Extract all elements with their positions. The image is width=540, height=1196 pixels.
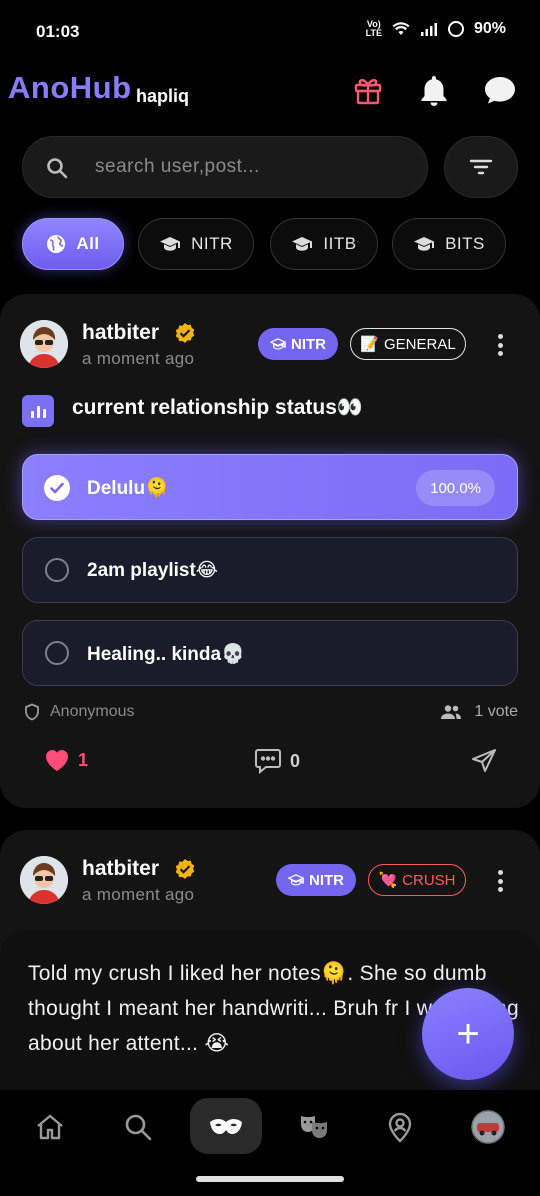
signal-icon (420, 23, 437, 36)
poll-question: current relationship status👀 (72, 396, 364, 419)
graduation-cap-icon (270, 338, 286, 350)
filter-icon (469, 159, 493, 175)
author-type: Anonymous (24, 703, 135, 721)
radio-icon (45, 558, 69, 582)
vote-count: 1 vote (440, 703, 518, 721)
gift-button[interactable] (348, 70, 388, 110)
nav-profile[interactable] (458, 1100, 518, 1154)
radio-icon (45, 641, 69, 665)
nav-anonymous[interactable] (190, 1098, 262, 1154)
chip-label: IITB (323, 234, 357, 253)
avatar[interactable] (20, 856, 68, 904)
post-time: a moment ago (82, 885, 195, 904)
share-button[interactable] (470, 747, 498, 775)
like-count: 1 (78, 749, 89, 770)
comment-button[interactable]: 0 (254, 748, 300, 774)
graduation-cap-icon (160, 237, 181, 251)
memo-icon: 📝 (360, 336, 379, 353)
nav-location[interactable] (370, 1100, 430, 1154)
battery-level: 90% (473, 20, 506, 37)
chip-label: All (76, 234, 100, 253)
chip-label: BITS (445, 234, 485, 253)
poll-option-3[interactable]: Healing.. kinda💀 (22, 620, 518, 686)
user-avatar-image (20, 320, 68, 368)
plus-icon: + (456, 1012, 480, 1056)
verified-badge-icon (175, 323, 195, 343)
poll-chart-icon (22, 395, 54, 427)
user-avatar-image (20, 856, 68, 904)
nav-search[interactable] (108, 1100, 168, 1154)
poll-option-2[interactable]: 2am playlist😂 (22, 537, 518, 603)
battery-icon (447, 21, 464, 37)
category-tag-general[interactable]: 📝 GENERAL (350, 328, 466, 360)
chat-bubble-icon (485, 77, 515, 104)
username[interactable]: hatbiter (82, 321, 159, 345)
poll-percentage: 100.0% (416, 470, 495, 506)
search-bar[interactable] (22, 136, 428, 198)
college-tag[interactable]: NITR (258, 328, 338, 360)
chip-iitb[interactable]: IITB (270, 218, 378, 270)
graduation-cap-icon (288, 874, 304, 886)
poll-option-label: Healing.. kinda💀 (87, 644, 245, 665)
comment-count: 0 (290, 750, 301, 771)
like-button[interactable]: 1 (44, 748, 88, 772)
search-input[interactable] (95, 137, 415, 197)
chip-nitr[interactable]: NITR (138, 218, 254, 270)
chip-label: NITR (191, 234, 233, 253)
avatar[interactable] (20, 320, 68, 368)
bell-icon (421, 76, 447, 106)
verified-badge-icon (175, 859, 195, 879)
gift-icon (354, 79, 382, 105)
search-icon (47, 158, 68, 179)
poll-option-label: 2am playlist😂 (87, 560, 218, 581)
heart-icon (46, 750, 68, 771)
post-menu-button[interactable] (490, 866, 510, 896)
mask-icon (210, 1119, 242, 1134)
status-bar: 01:03 Vo) LTE 90% (0, 0, 540, 62)
search-icon (125, 1114, 152, 1141)
location-pin-icon (388, 1112, 412, 1143)
chip-all[interactable]: All (22, 218, 124, 270)
create-post-button[interactable]: + (422, 988, 514, 1080)
profile-avatar (471, 1110, 505, 1144)
chip-bits[interactable]: BITS (392, 218, 506, 270)
people-icon (441, 705, 462, 719)
volte-icon: Vo) LTE (365, 19, 382, 38)
username[interactable]: hatbiter (82, 857, 159, 881)
category-tag-crush[interactable]: 💘 CRUSH (368, 864, 466, 896)
globe-icon (47, 235, 66, 253)
nav-confessions[interactable] (284, 1100, 344, 1154)
poll-option-1[interactable]: Delulu🫠 100.0% (22, 454, 518, 520)
home-icon (37, 1114, 63, 1140)
comment-icon (255, 749, 281, 774)
messages-button[interactable] (480, 70, 520, 110)
filter-button[interactable] (444, 136, 518, 198)
status-time: 01:03 (36, 22, 80, 41)
nav-home[interactable] (20, 1100, 80, 1154)
wifi-icon (392, 22, 410, 35)
graduation-cap-icon (414, 237, 435, 251)
shield-icon (25, 703, 39, 721)
home-indicator (196, 1176, 344, 1182)
check-circle-icon (44, 475, 70, 501)
post-time: a moment ago (82, 349, 195, 368)
college-tag[interactable]: NITR (276, 864, 356, 896)
theater-masks-icon (301, 1116, 327, 1138)
post-menu-button[interactable] (490, 330, 510, 360)
status-icons: Vo) LTE 90% (366, 20, 506, 38)
poll-option-label: Delulu🫠 (87, 478, 169, 499)
app-logo: AnoHub (8, 70, 132, 105)
send-icon (472, 749, 496, 772)
notifications-button[interactable] (414, 70, 454, 110)
graduation-cap-icon (292, 237, 313, 251)
heart-arrow-icon: 💘 (378, 872, 398, 889)
app-sub-brand: hapliq (136, 86, 189, 106)
